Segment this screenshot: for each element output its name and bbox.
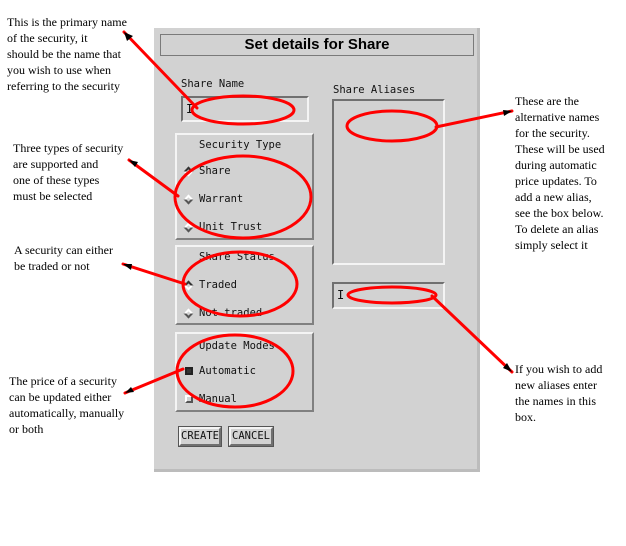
text-cursor-icon: I (186, 102, 194, 116)
security-type-group: Security Type Share Warrant Unit Trust (175, 133, 314, 240)
radio-icon (183, 194, 194, 205)
note-update-modes: The price of a security can be updated ei… (9, 374, 125, 436)
dialog-title: Set details for Share (160, 34, 474, 56)
arrowhead-icon (503, 110, 512, 116)
share-name-label: Share Name (181, 78, 245, 90)
arrowhead-icon (123, 264, 132, 270)
radio-selected-icon (183, 280, 194, 291)
arrowhead-icon (125, 387, 134, 393)
security-type-label: Security Type (199, 139, 282, 151)
note-security-type: Three types of security are supported and… (13, 141, 124, 203)
arrowhead-icon (503, 363, 512, 372)
update-modes-group: Update Modes Automatic Manual (175, 332, 314, 412)
cancel-button[interactable]: CANCEL (228, 426, 274, 447)
share-status-group: Share Status Traded Not traded (175, 245, 314, 325)
share-details-dialog: Set details for Share Share Name I Secur… (154, 28, 480, 472)
note-share-aliases: These are the alternative names for the se… (515, 94, 605, 252)
radio-icon (183, 222, 194, 233)
arrowhead-icon (129, 160, 138, 167)
share-status-label: Share Status (199, 251, 275, 263)
share-aliases-list[interactable] (332, 99, 445, 265)
radio-icon (183, 308, 194, 319)
note-share-name: This is the primary name of the security,… (7, 15, 127, 93)
text-cursor-icon: I (337, 288, 345, 302)
share-aliases-label: Share Aliases (333, 84, 416, 96)
create-button[interactable]: CREATE (178, 426, 222, 447)
note-new-alias: If you wish to add new aliases enter the n… (515, 362, 603, 424)
share-name-input[interactable]: I (181, 96, 309, 122)
note-share-status: A security can either be traded or not (14, 243, 113, 273)
update-modes-label: Update Modes (199, 340, 275, 352)
radio-selected-icon (183, 166, 194, 177)
new-alias-input[interactable]: I (332, 282, 445, 309)
checkbox-icon (185, 395, 193, 403)
checkbox-checked-icon (185, 367, 193, 375)
